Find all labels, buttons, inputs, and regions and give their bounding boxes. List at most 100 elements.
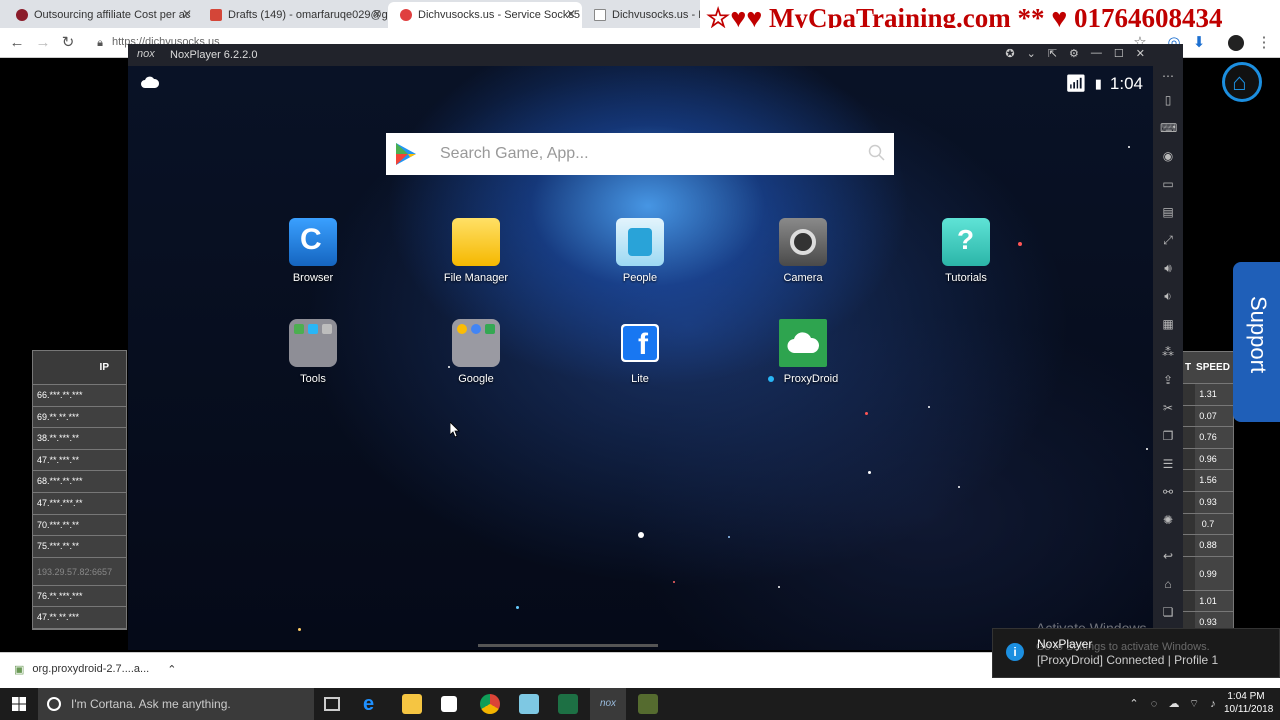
location-icon[interactable]: ◉ xyxy=(1160,148,1176,164)
app-camera[interactable]: Camera xyxy=(748,218,858,284)
tab-outsourcing[interactable]: Outsourcing affiliate Cost per ac ✕ xyxy=(4,2,198,28)
app-taskbar-icon[interactable] xyxy=(638,694,658,714)
close-icon[interactable]: ✕ xyxy=(182,7,192,21)
table-row[interactable]: 76.**.***.*** xyxy=(33,585,126,608)
status-bar: 📶︎ ▮ 1:04 xyxy=(1065,74,1143,94)
app-file-manager[interactable]: File Manager xyxy=(421,218,531,284)
volume-up-icon[interactable]: 🔊︎ xyxy=(1160,260,1176,276)
nox-taskbar-icon[interactable]: nox xyxy=(590,688,626,720)
app-proxydroid[interactable]: ProxyDroid xyxy=(748,319,858,385)
table-row[interactable]: 69.**.**.*** xyxy=(33,406,126,429)
app-tutorials[interactable]: ? Tutorials xyxy=(911,218,1021,284)
file-explorer-icon[interactable] xyxy=(402,694,422,714)
windows-start-icon[interactable] xyxy=(12,697,26,711)
shake-icon[interactable]: ▯ xyxy=(1160,92,1176,108)
import-icon[interactable]: ⇪ xyxy=(1160,372,1176,388)
edge-icon[interactable]: e xyxy=(363,694,383,714)
table-row[interactable]: 68.***.**.*** xyxy=(33,471,126,493)
table-row-selected[interactable]: 193.29.57.82:6657 xyxy=(33,557,126,586)
search-bar[interactable]: Search Game, App... xyxy=(386,133,894,175)
column-header: T xyxy=(1185,362,1192,373)
volume-tray-icon[interactable]: ♪ xyxy=(1206,697,1220,711)
pin-icon[interactable]: ⇱ xyxy=(1048,47,1057,60)
recents-icon[interactable]: ❏ xyxy=(1160,604,1176,620)
app-google-folder[interactable]: Google xyxy=(421,319,531,385)
tab-dichvusocks-active[interactable]: Dichvusocks.us - Service Socks5 ✕ xyxy=(388,2,582,28)
toolbox-icon[interactable]: ▦ xyxy=(1160,316,1176,332)
table-row: 1.01 xyxy=(1183,590,1233,613)
volume-down-icon[interactable]: 🔉︎ xyxy=(1160,288,1176,304)
excel-icon[interactable] xyxy=(558,694,578,714)
table-row[interactable]: 70.***.**.** xyxy=(33,514,126,537)
task-view-icon[interactable] xyxy=(324,697,340,711)
cortana-search[interactable]: I'm Cortana. Ask me anything. xyxy=(38,688,314,720)
close-icon[interactable]: ✕ xyxy=(372,7,382,21)
back-icon[interactable]: ← xyxy=(7,33,27,53)
cloud-tray-icon[interactable]: ☁ xyxy=(1167,697,1181,711)
table-row[interactable]: 47.***.***.** xyxy=(33,492,126,515)
search-icon[interactable] xyxy=(868,144,886,162)
app-label: Lite xyxy=(631,373,649,385)
download-icon[interactable]: ⬇ xyxy=(1189,33,1209,53)
nox-logo: nox xyxy=(137,48,155,60)
app-facebook-lite[interactable]: f Lite xyxy=(585,319,695,385)
menu-icon[interactable]: ⋮ xyxy=(1254,33,1274,53)
app-label: File Manager xyxy=(443,272,509,284)
table-row[interactable]: 38.**.***.** xyxy=(33,428,126,450)
link-icon[interactable]: ⚯ xyxy=(1160,484,1176,500)
page-icon xyxy=(594,9,606,21)
chrome-icon[interactable] xyxy=(480,694,500,714)
download-item[interactable]: ▣ org.proxydroid-2.7....a... ⌃ xyxy=(14,663,176,676)
speed-cell: 0.99 xyxy=(1199,568,1217,579)
loading-icon[interactable]: ✺ xyxy=(1160,512,1176,528)
maximize-icon[interactable]: ☐ xyxy=(1114,47,1124,60)
avatar[interactable] xyxy=(1228,35,1244,51)
tab-label: Drafts (149) - omarfaruqe029@g xyxy=(228,9,388,21)
app-people[interactable]: People xyxy=(585,218,695,284)
table-row[interactable]: 47.**.**.*** xyxy=(33,607,126,629)
gift-icon[interactable]: ✪ xyxy=(1005,47,1014,60)
support-tab[interactable]: Support xyxy=(1233,262,1280,422)
table-row[interactable]: 75.***.**.** xyxy=(33,536,126,558)
macro-icon[interactable]: ⁂ xyxy=(1160,344,1176,360)
wifi-tray-icon[interactable]: ⌔ xyxy=(1187,697,1201,711)
app-label: Tools xyxy=(300,373,326,385)
forward-icon[interactable]: → xyxy=(33,33,53,53)
apk-icon[interactable]: ▤ xyxy=(1160,204,1176,220)
minimize-icon[interactable]: — xyxy=(1091,47,1102,60)
tab-gmail-drafts[interactable]: Drafts (149) - omarfaruqe029@g ✕ xyxy=(198,2,388,28)
store-icon[interactable] xyxy=(441,696,457,712)
ip-column-header: IP xyxy=(33,351,126,385)
app-tools-folder[interactable]: Tools xyxy=(258,319,368,385)
battery-icon: ▮ xyxy=(1094,76,1102,91)
network-tray-icon[interactable]: ◌ xyxy=(1147,697,1161,711)
android-home-icon[interactable]: ⌂ xyxy=(1160,576,1176,592)
search-input[interactable]: Search Game, App... xyxy=(440,145,589,163)
screen-icon[interactable]: ▭ xyxy=(1160,176,1176,192)
chevron-up-icon[interactable]: ⌃ xyxy=(1127,697,1141,711)
scissors-icon[interactable]: ✂ xyxy=(1160,400,1176,416)
multi-instance-icon[interactable]: ❐ xyxy=(1160,428,1176,444)
table-row[interactable]: 66.***.**.*** xyxy=(33,385,126,407)
tab-dichvusocks-pro[interactable]: Dichvusocks.us - Pro xyxy=(582,2,702,28)
app-browser[interactable]: C Browser xyxy=(258,218,368,284)
cloud-icon xyxy=(141,76,160,88)
reload-icon[interactable]: ↻ xyxy=(58,33,78,53)
table-row: 0.7 xyxy=(1183,513,1233,536)
back-arrow-icon[interactable]: ↩ xyxy=(1160,548,1176,564)
taskbar-clock[interactable]: 1:04 PM 10/11/2018 xyxy=(1224,690,1273,716)
keyboard-icon[interactable]: ⌨ xyxy=(1160,120,1177,136)
chevron-down-icon[interactable]: ⌄ xyxy=(1027,47,1036,60)
menu-lines-icon[interactable]: ☰ xyxy=(1160,456,1176,472)
notification-toast[interactable]: i NoxPlayer [ProxyDroid] Connected | Pro… xyxy=(992,628,1280,678)
notepad-icon[interactable] xyxy=(519,694,539,714)
chevron-up-icon[interactable]: ⌃ xyxy=(167,663,176,676)
more-icon[interactable]: ⋯ xyxy=(1160,68,1176,84)
close-icon[interactable]: ✕ xyxy=(1136,47,1145,60)
close-icon[interactable]: ✕ xyxy=(566,7,576,21)
gear-icon[interactable]: ⚙ xyxy=(1069,47,1079,60)
fullscreen-icon[interactable]: ⤢ xyxy=(1160,232,1176,248)
speed-cell: 1.31 xyxy=(1199,389,1217,399)
table-row[interactable]: 47.**.***.** xyxy=(33,449,126,472)
home-icon[interactable]: ⌂ xyxy=(1222,62,1262,102)
